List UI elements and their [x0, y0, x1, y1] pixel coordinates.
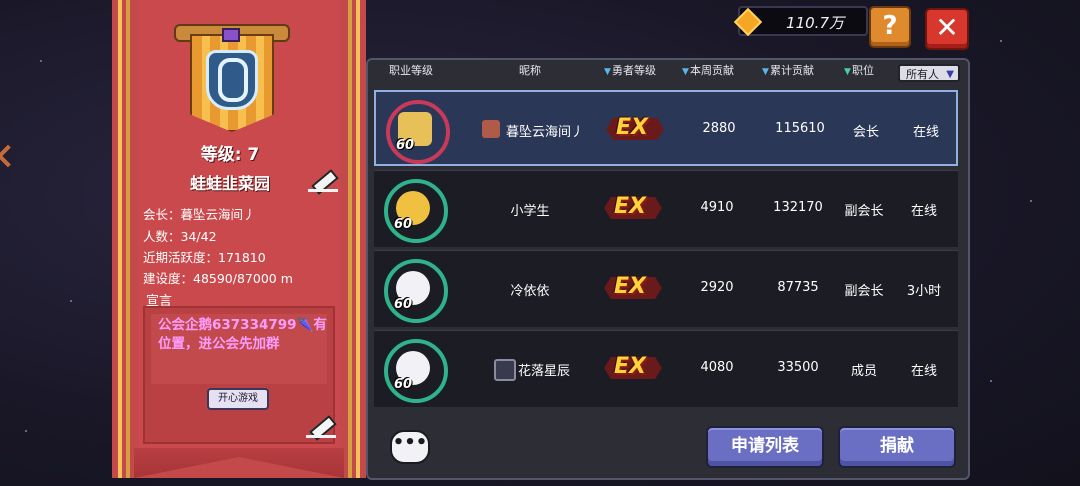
apply-list-button[interactable]: 申请列表 [706, 426, 824, 468]
header-class-level: 职业等级 [389, 64, 433, 77]
guild-member-count: 人数：34/42 [143, 229, 217, 244]
player-portrait-icon [482, 120, 500, 138]
ex-rank-icon: EX [604, 353, 662, 383]
chat-bubble-icon[interactable]: ••• [390, 430, 430, 464]
member-list[interactable]: 60 暮坠云海间丿 EX 2880 115610 会长 在线 60 小学生 EX… [374, 86, 958, 410]
member-nickname: 冷依依 [510, 284, 550, 299]
guild-level: 等级: 7 [200, 145, 260, 165]
member-row[interactable]: 60 冷依依 EX 2920 87735 副会长 3小时 [374, 250, 958, 327]
member-row[interactable]: 60 暮坠云海间丿 EX 2880 115610 会长 在线 [374, 90, 958, 166]
member-status: 在线 [910, 364, 937, 379]
member-row[interactable]: 60 小学生 EX 4910 132170 副会长 在线 [374, 170, 958, 247]
help-button[interactable]: ? [869, 6, 911, 48]
edit-declaration-icon[interactable] [306, 414, 337, 441]
class-avatar-icon: 60 [380, 335, 448, 403]
member-nickname: 花落星辰 [518, 364, 571, 379]
play-button[interactable]: 开心游戏 [207, 388, 269, 410]
member-status: 3小时 [906, 284, 942, 299]
member-status: 在线 [912, 125, 939, 140]
guild-activity: 近期活跃度：171810 [143, 250, 266, 265]
total-contribution: 132170 [773, 200, 823, 215]
class-avatar-icon: 60 [382, 96, 450, 164]
member-position: 副会长 [844, 284, 884, 299]
player-portrait-icon [494, 359, 516, 381]
close-button[interactable]: ✕ [925, 8, 969, 50]
guild-leader: 会长：暮坠云海间丿 [143, 207, 256, 222]
member-position: 会长 [852, 125, 879, 140]
total-contribution: 33500 [777, 360, 819, 375]
weekly-contribution: 4910 [700, 200, 734, 215]
header-nickname: 昵称 [519, 64, 541, 77]
class-avatar-icon: 60 [380, 175, 448, 243]
edit-name-icon[interactable] [308, 168, 339, 195]
ex-rank-icon: EX [606, 114, 664, 144]
member-position: 成员 [850, 364, 877, 379]
member-filter-select[interactable]: 所有人 ▼ [898, 64, 960, 82]
class-avatar-icon: 60 [380, 255, 448, 323]
member-row[interactable]: 60 花落星辰 EX 4080 33500 成员 在线 [374, 330, 958, 407]
member-status: 在线 [910, 204, 937, 219]
weekly-contribution: 2920 [700, 280, 734, 295]
header-hero-level[interactable]: ▼勇者等级 [598, 62, 662, 78]
header-total-contribution[interactable]: ▼累计贡献 [756, 62, 820, 78]
guild-name: 蛙蛙韭菜园 [189, 174, 270, 193]
member-position: 副会长 [844, 204, 884, 219]
guild-construction: 建设度：48590/87000 m [143, 271, 293, 286]
gold-coin-icon [733, 7, 763, 37]
member-nickname: 小学生 [510, 204, 550, 219]
dropdown-arrow-icon: ▼ [946, 69, 954, 80]
declaration-text: 公会企鹅637334799🌂有位置，进公会先加群 [158, 317, 327, 352]
member-nickname: 暮坠云海间丿 [506, 125, 585, 140]
weekly-contribution: 4080 [700, 360, 734, 375]
header-position[interactable]: ▼职位 [838, 62, 880, 78]
total-contribution: 115610 [775, 121, 825, 136]
back-arrow-icon[interactable] [0, 144, 20, 168]
gold-amount: 110.7万 [786, 14, 844, 32]
donate-button[interactable]: 捐献 [838, 426, 956, 468]
ex-rank-icon: EX [604, 193, 662, 223]
total-contribution: 87735 [777, 280, 819, 295]
guild-emblem-icon [170, 18, 290, 132]
ex-rank-icon: EX [604, 273, 662, 303]
header-weekly-contribution[interactable]: ▼本周贡献 [676, 62, 740, 78]
weekly-contribution: 2880 [702, 121, 736, 136]
gold-counter: 110.7万 [733, 6, 868, 37]
